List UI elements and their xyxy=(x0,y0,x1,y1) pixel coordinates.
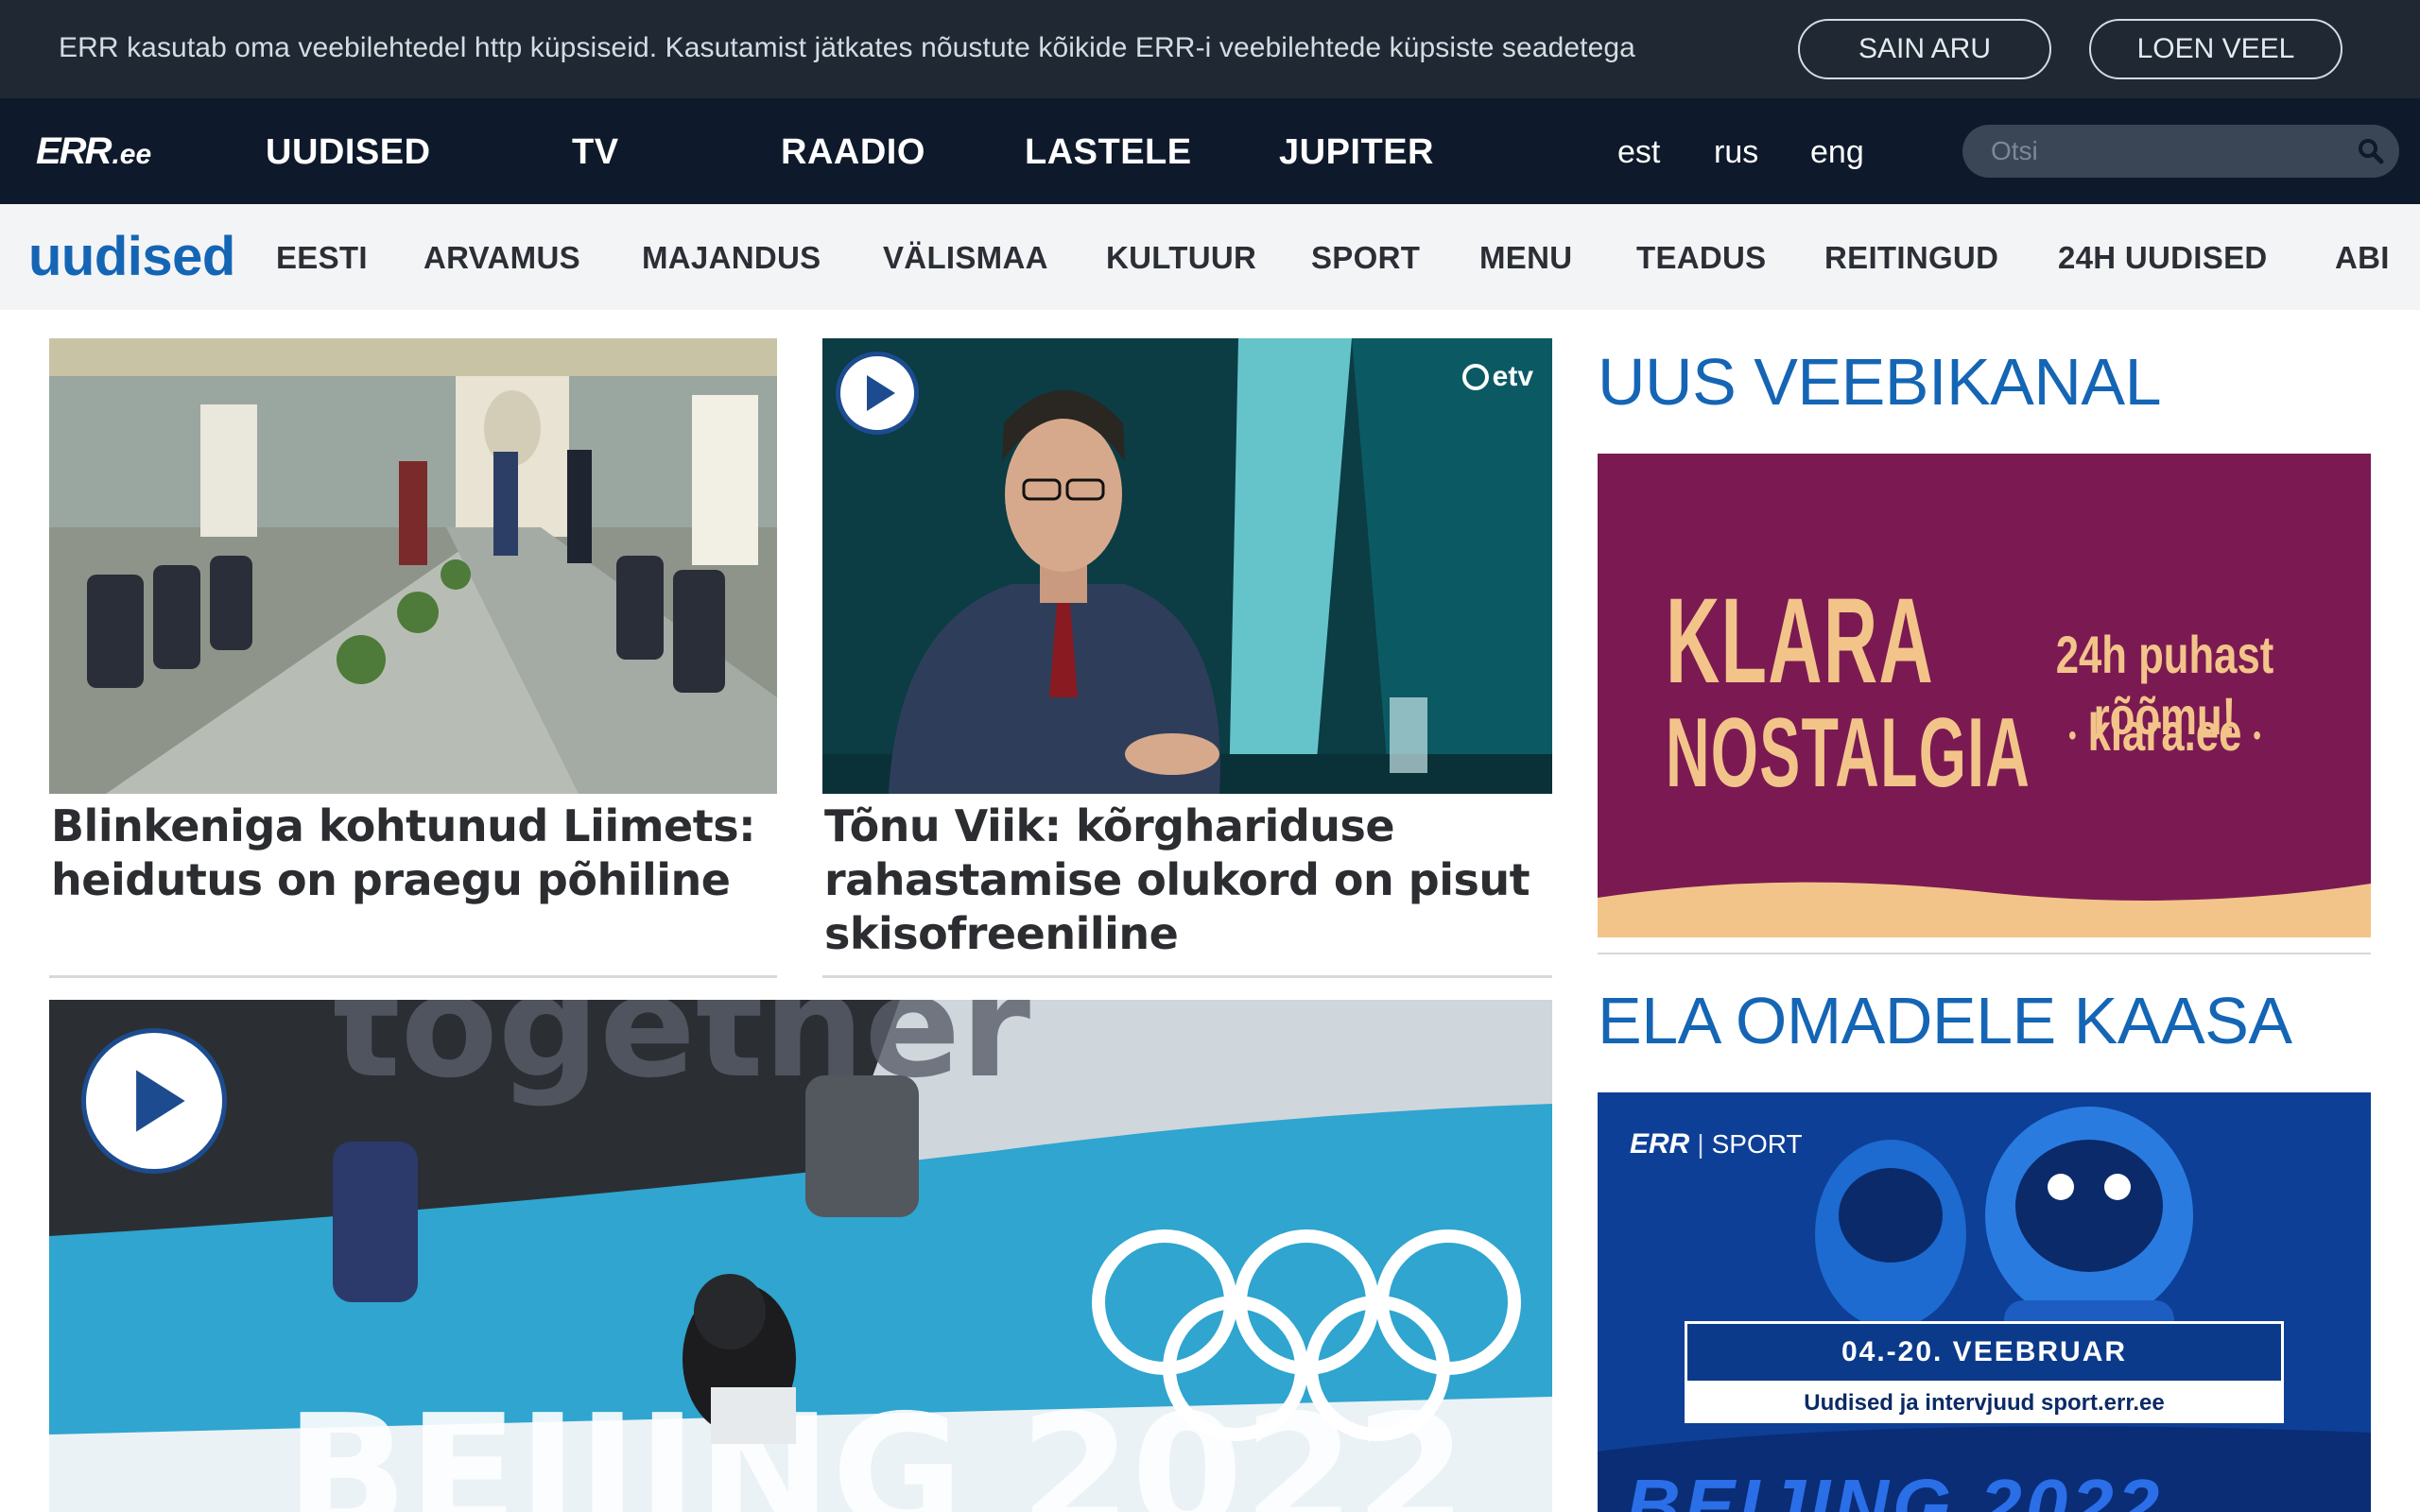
section-item-sport[interactable]: SPORT xyxy=(1311,240,1420,276)
klara-url: • klara.ee • xyxy=(2025,701,2305,763)
err-logo[interactable]: ERR .ee xyxy=(36,130,151,174)
klara-title-line1: KLARA xyxy=(1666,574,1934,709)
sidebar-heading-new-channel: UUS VEEBIKANAL xyxy=(1598,345,2162,419)
article-headline[interactable]: Tõnu Viik: kõrghariduse rahastamise oluk… xyxy=(824,799,1552,961)
section-navigation: uudised EESTI ARVAMUS MAJANDUS VÄLISMAA … xyxy=(0,204,2420,310)
article-divider xyxy=(49,975,777,978)
section-item-arvamus[interactable]: ARVAMUS xyxy=(424,240,580,276)
nav-item-uudised[interactable]: UUDISED xyxy=(266,132,431,173)
main-navigation: ERR .ee UUDISED TV RAADIO LASTELE JUPITE… xyxy=(0,98,2420,204)
section-title-uudised[interactable]: uudised xyxy=(28,225,235,288)
klara-title-line2: NOSTALGIA xyxy=(1666,698,2031,808)
meeting-room-photo xyxy=(49,338,777,794)
cookie-consent-text: ERR kasutab oma veebilehtedel http küpsi… xyxy=(59,32,1635,63)
section-item-majandus[interactable]: MAJANDUS xyxy=(642,240,821,276)
klara-nostalgia-banner[interactable]: KLARA NOSTALGIA 24h puhast rõõmu! • klar… xyxy=(1598,454,2371,937)
etv-logo-icon xyxy=(1461,364,1489,390)
tv-studio-photo xyxy=(822,338,1552,794)
olympics-photo: together BEIJING 2022 xyxy=(49,1000,1552,1512)
err-sport-logo: ERR | SPORT xyxy=(1630,1128,1803,1160)
event-info: Uudised ja intervjuud sport.err.ee xyxy=(1685,1383,2284,1423)
klara-title: KLARA NOSTALGIA xyxy=(1666,574,2031,809)
play-button[interactable] xyxy=(81,1028,227,1174)
search-input[interactable] xyxy=(1991,134,2350,168)
search-icon[interactable] xyxy=(2356,136,2386,166)
etv-badge-text: etv xyxy=(1492,361,1533,392)
sidebar-divider xyxy=(1598,953,2371,954)
logo-suffix: .ee xyxy=(112,139,152,170)
play-icon xyxy=(136,1070,185,1132)
section-item-24h-uudised[interactable]: 24H UUDISED xyxy=(2058,240,2268,276)
section-item-abi[interactable]: ABI xyxy=(2335,240,2390,276)
beijing-photo-text: BEIJING 2022 xyxy=(285,1381,1467,1512)
dot-icon: • xyxy=(2253,720,2261,752)
logo-text: ERR xyxy=(36,130,112,172)
section-item-teadus[interactable]: TEADUS xyxy=(1636,240,1766,276)
dot-icon: • xyxy=(2068,720,2077,752)
article-image-meeting[interactable] xyxy=(49,338,777,794)
language-eng[interactable]: eng xyxy=(1810,134,1864,171)
sidebar-heading-support: ELA OMADELE KAASA xyxy=(1598,984,2292,1057)
section-item-kultuur[interactable]: KULTUUR xyxy=(1106,240,1256,276)
cookie-read-more-button[interactable]: LOEN VEEL xyxy=(2089,19,2342,79)
beijing-banner-text: BEIJING 2022 xyxy=(1626,1464,2164,1512)
svg-text:together: together xyxy=(333,1000,1030,1109)
etv-badge: etv xyxy=(1461,361,1533,393)
section-item-reitingud[interactable]: REITINGUD xyxy=(1824,240,1998,276)
cookie-agree-button[interactable]: SAIN ARU xyxy=(1798,19,2051,79)
cookie-consent-bar: ERR kasutab oma veebilehtedel http küpsi… xyxy=(0,0,2420,98)
nav-item-tv[interactable]: TV xyxy=(572,132,619,173)
nav-item-jupiter[interactable]: JUPITER xyxy=(1279,132,1434,173)
article-divider xyxy=(822,975,1552,978)
article-image-beijing[interactable]: together BEIJING 2022 xyxy=(49,1000,1552,1512)
err-sport-banner[interactable]: ERR | SPORT 04.-20. VEEBRUAR Uudised ja … xyxy=(1598,1092,2371,1512)
section-item-eesti[interactable]: EESTI xyxy=(276,240,368,276)
err-sport-brand: ERR xyxy=(1630,1128,1690,1160)
play-button[interactable] xyxy=(836,352,919,435)
err-sport-section: SPORT xyxy=(1711,1129,1803,1159)
section-item-menu[interactable]: MENU xyxy=(1479,240,1572,276)
separator: | xyxy=(1697,1129,1704,1159)
search-box xyxy=(1962,125,2399,178)
event-dates: 04.-20. VEEBRUAR xyxy=(1685,1321,2284,1383)
language-est[interactable]: est xyxy=(1617,134,1660,171)
play-icon xyxy=(867,375,895,411)
article-headline[interactable]: Blinkeniga kohtunud Liimets: heidutus on… xyxy=(51,799,769,907)
nav-item-lastele[interactable]: LASTELE xyxy=(1025,132,1192,173)
article-image-interview[interactable]: etv xyxy=(822,338,1552,794)
nav-item-raadio[interactable]: RAADIO xyxy=(781,132,925,173)
klara-url-text: klara.ee xyxy=(2087,702,2242,762)
section-item-valismaa[interactable]: VÄLISMAA xyxy=(883,240,1048,276)
language-rus[interactable]: rus xyxy=(1714,134,1758,171)
